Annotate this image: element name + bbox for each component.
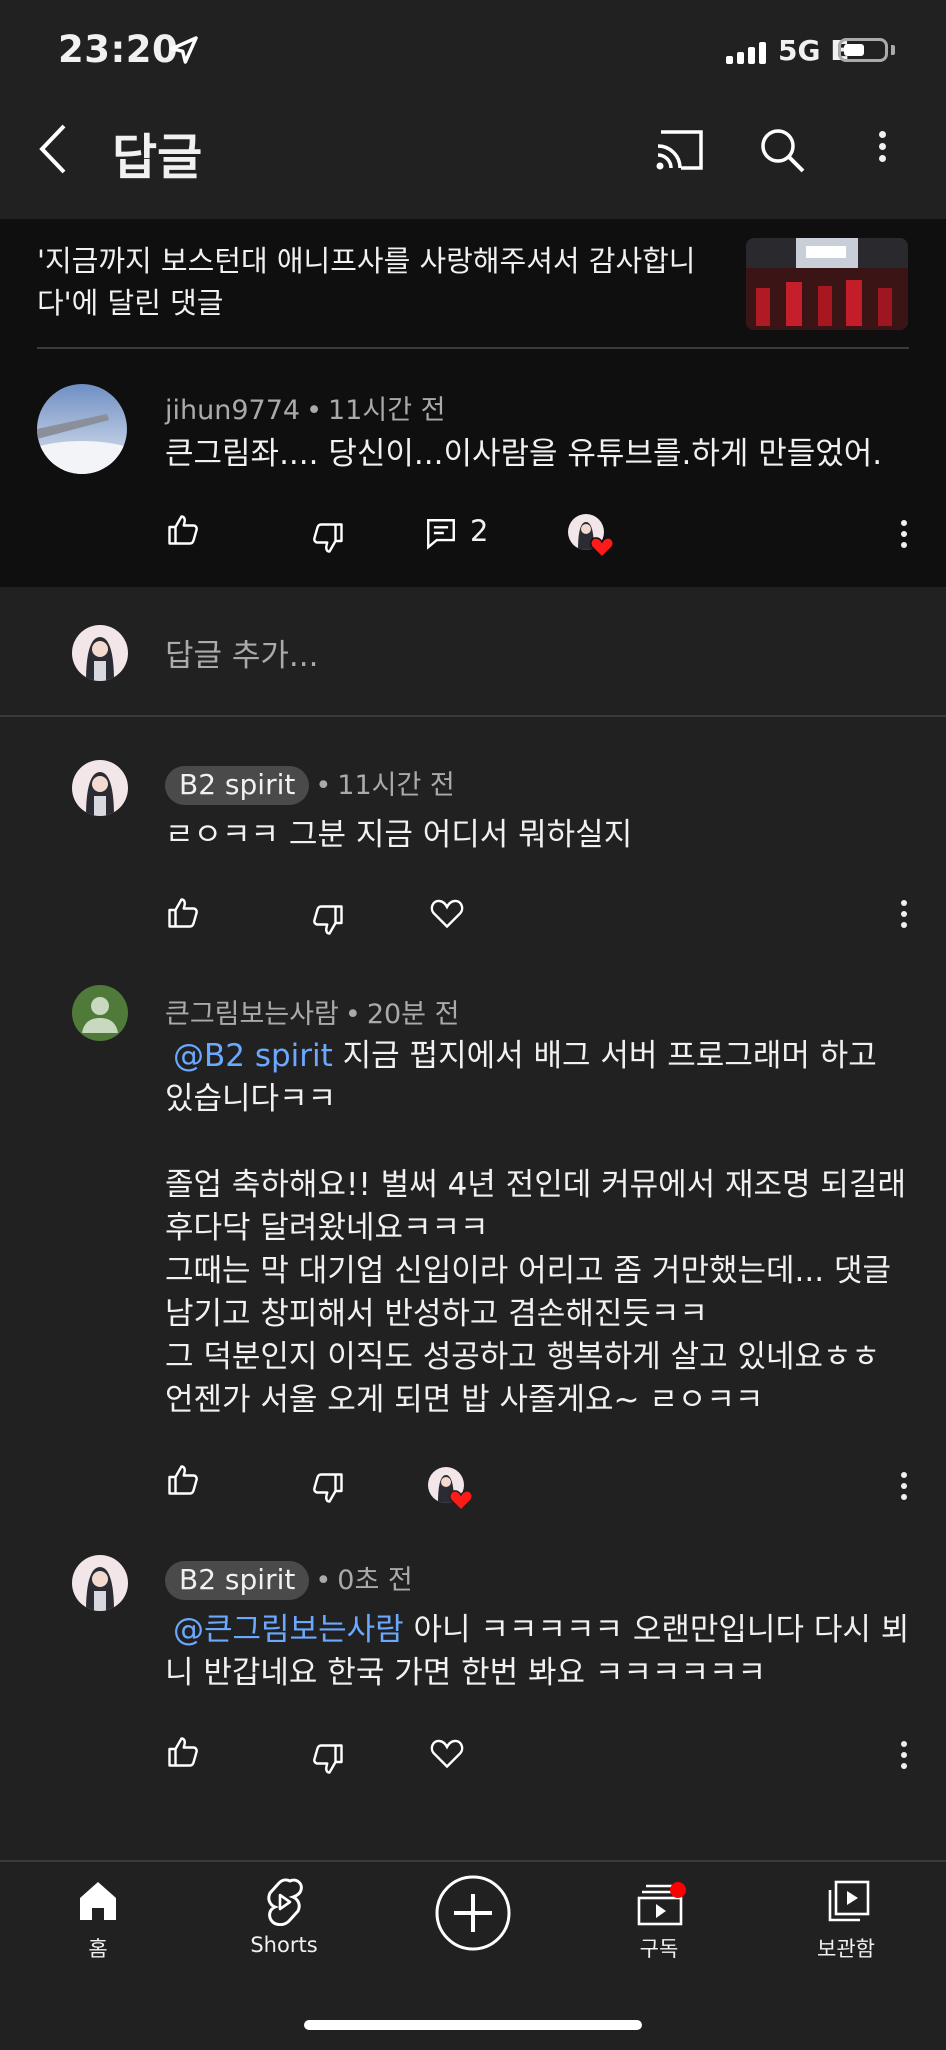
comment-text: ㄹㅇㅋㅋ 그분 지금 어디서 뭐하실지 bbox=[165, 817, 633, 853]
status-time: 23:20 bbox=[58, 28, 179, 71]
heart-outline-icon[interactable] bbox=[429, 896, 465, 930]
mention-link[interactable]: @B2 spirit bbox=[173, 1038, 333, 1074]
comment-text: @B2 spirit 지금 펍지에서 배그 서버 프로그래머 하고 있습니다ㅋㅋ… bbox=[165, 1038, 906, 1418]
comment-text: @큰그림보는사람 아니 ㅋㅋㅋㅋㅋ 오랜만입니다 다시 뵈니 반갑네요 한국 가… bbox=[165, 1612, 910, 1691]
author-chip[interactable]: B2 spirit bbox=[165, 1561, 310, 1600]
comment-time: 11시간 전 bbox=[328, 395, 446, 426]
avatar[interactable] bbox=[72, 1555, 128, 1611]
dislike-icon[interactable] bbox=[310, 1741, 346, 1777]
like-icon[interactable] bbox=[165, 1734, 201, 1770]
nav-label-home[interactable]: 홈 bbox=[38, 1933, 158, 1963]
comment-time: 20분 전 bbox=[366, 999, 460, 1030]
avatar[interactable] bbox=[72, 985, 128, 1041]
comment-text: 큰그림좌.... 당신이...이사람을 유튜브를.하게 만들었어. bbox=[165, 436, 883, 472]
page-title: 답글 bbox=[112, 129, 203, 186]
comment-meta: B2 spirit • 0초 전 bbox=[165, 1558, 413, 1600]
comment-meta: jihun9774 • 11시간 전 bbox=[165, 395, 446, 426]
signal-icon bbox=[726, 42, 770, 64]
comment-time: 0초 전 bbox=[337, 1565, 413, 1596]
comment-author[interactable]: 큰그림보는사람 bbox=[165, 999, 339, 1030]
comment-options-icon[interactable] bbox=[901, 1741, 907, 1774]
avatar[interactable] bbox=[72, 760, 128, 816]
comment-meta: 큰그림보는사람 • 20분 전 bbox=[165, 999, 460, 1030]
video-context-title[interactable]: '지금까지 보스턴대 애니프사를 사랑해주셔서 감사합니다'에 달린 댓글 bbox=[37, 240, 732, 324]
like-icon[interactable] bbox=[165, 512, 201, 548]
comment-options-icon[interactable] bbox=[901, 1472, 907, 1505]
video-thumbnail[interactable] bbox=[746, 238, 908, 330]
reply-input-row[interactable] bbox=[0, 587, 946, 717]
dislike-icon[interactable] bbox=[310, 1470, 346, 1506]
search-icon[interactable] bbox=[758, 126, 806, 174]
user-avatar bbox=[72, 625, 128, 681]
like-icon[interactable] bbox=[165, 895, 201, 931]
comment-author[interactable]: jihun9774 bbox=[165, 395, 300, 426]
create-icon[interactable] bbox=[434, 1874, 512, 1952]
nav-label-subscriptions[interactable]: 구독 bbox=[599, 1933, 719, 1963]
dislike-icon[interactable] bbox=[310, 902, 346, 938]
home-indicator bbox=[304, 2020, 642, 2030]
reply-count: 2 bbox=[470, 514, 489, 548]
nav-label-library[interactable]: 보관함 bbox=[786, 1933, 906, 1963]
dislike-icon[interactable] bbox=[310, 520, 346, 556]
back-arrow-icon[interactable] bbox=[36, 122, 70, 176]
heart-icon bbox=[590, 537, 614, 558]
more-options-icon[interactable] bbox=[879, 131, 886, 167]
cast-icon[interactable] bbox=[655, 128, 705, 172]
comment-options-icon[interactable] bbox=[901, 900, 907, 933]
location-arrow-icon bbox=[170, 36, 198, 64]
heart-icon bbox=[449, 1490, 473, 1511]
heart-outline-icon[interactable] bbox=[429, 1736, 465, 1770]
mention-link[interactable]: @큰그림보는사람 bbox=[173, 1612, 404, 1648]
author-chip[interactable]: B2 spirit bbox=[165, 766, 310, 805]
nav-label-shorts[interactable]: Shorts bbox=[224, 1933, 344, 1957]
comment-time: 11시간 전 bbox=[337, 770, 455, 801]
battery-icon bbox=[838, 38, 888, 62]
reply-count-icon[interactable] bbox=[424, 516, 458, 550]
home-icon[interactable] bbox=[78, 1880, 118, 1922]
library-icon[interactable] bbox=[826, 1880, 870, 1924]
subscriptions-icon[interactable] bbox=[636, 1880, 686, 1926]
comment-options-icon[interactable] bbox=[901, 520, 907, 553]
shorts-icon[interactable] bbox=[263, 1878, 305, 1926]
comment-meta: B2 spirit • 11시간 전 bbox=[165, 763, 455, 805]
like-icon[interactable] bbox=[165, 1462, 201, 1498]
avatar[interactable] bbox=[37, 384, 127, 474]
reply-input[interactable]: 답글 추가... bbox=[165, 630, 319, 675]
